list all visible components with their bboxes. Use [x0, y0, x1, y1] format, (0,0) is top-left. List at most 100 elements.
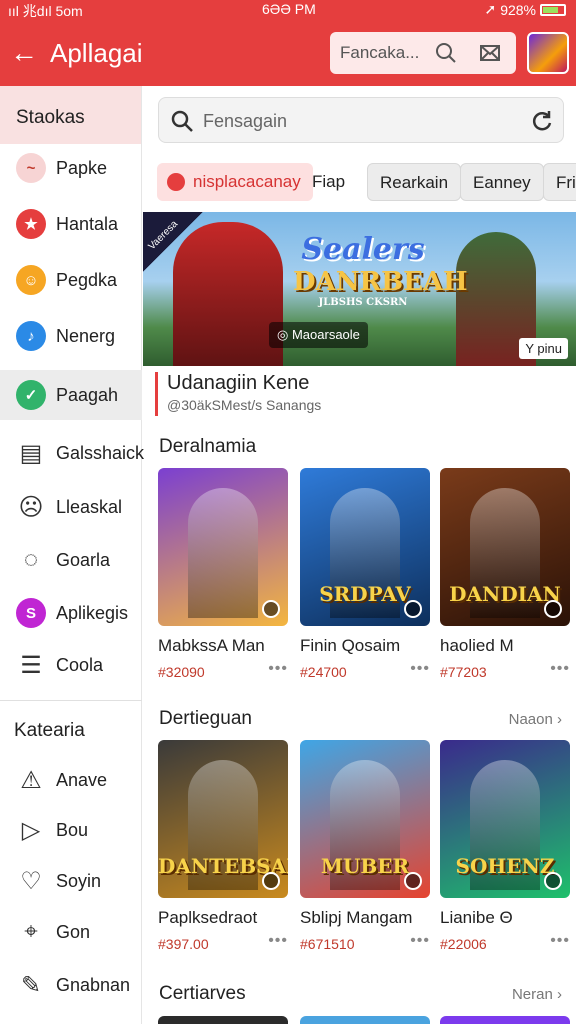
more-options-icon[interactable]: •••	[268, 660, 288, 678]
game-card-image[interactable]	[158, 468, 288, 626]
category-item[interactable]: ⚠ Anave	[0, 755, 142, 805]
play-badge-icon[interactable]	[262, 600, 280, 618]
game-card[interactable]: SRDPAV Finin Qosaim #24700 •••	[300, 468, 430, 680]
chip-label: Eanney	[473, 173, 531, 192]
sidebar-item-label: Coola	[56, 654, 104, 675]
sidebar-item[interactable]: ▤ Galsshaick	[0, 428, 145, 478]
search-icon[interactable]	[434, 41, 458, 65]
sidebar-item[interactable]: ★ Hantala	[0, 199, 142, 249]
more-options-icon[interactable]: •••	[550, 932, 570, 950]
game-card-image[interactable]: DANTEBSAN	[158, 740, 288, 898]
card-image-partial[interactable]	[300, 1016, 430, 1024]
header-search-box[interactable]: Fancaka...	[330, 32, 516, 74]
back-arrow-icon[interactable]: ←	[10, 38, 42, 70]
app-header: ııl 兆dıl 5om 6ƏƏ PM ➚ 928% ← Apllagai Fa…	[0, 0, 576, 86]
chip-label: Rearkain	[380, 173, 449, 192]
card-icon: ▤	[19, 439, 43, 467]
heart-icon: ♡	[20, 867, 42, 895]
more-options-icon[interactable]: •••	[268, 932, 288, 950]
game-card-image[interactable]: SRDPAV	[300, 468, 430, 626]
sidebar-item[interactable]: ☰ Coola	[0, 640, 142, 690]
game-title: haolied M	[440, 636, 514, 655]
featured-subtitle: @30äkSMest/s Sanangs	[167, 397, 322, 413]
battery-percent: 928%	[500, 1, 536, 18]
game-card[interactable]: DANDIAN haolied M #77203 •••	[440, 468, 570, 680]
mail-icon[interactable]	[478, 41, 502, 65]
chip[interactable]: Rearkain	[367, 163, 462, 201]
refresh-icon[interactable]	[529, 108, 555, 134]
chip-active[interactable]: nisplacacanay	[157, 163, 313, 201]
game-title: Lianibe Θ	[440, 908, 513, 927]
category-item-label: Gnabnan	[56, 974, 131, 995]
sidebar-item[interactable]: ~ Papke	[0, 143, 142, 193]
category-item[interactable]: ✎ Gnabnan	[0, 960, 142, 1010]
avatar[interactable]	[527, 32, 569, 74]
sidebar-item-label: Nenerg	[56, 325, 116, 346]
sidebar-item[interactable]: ☹ Lleaskal	[0, 482, 142, 532]
chat-icon: ◌	[23, 546, 39, 573]
game-card-image[interactable]: SOHENZ	[440, 740, 570, 898]
more-options-icon[interactable]: •••	[410, 932, 430, 950]
sidebar-divider	[0, 700, 142, 701]
game-title: Finin Qosaim	[300, 636, 401, 655]
featured-banner[interactable]: Vaeresa Sealers DANRBEAH JLBSHS CKSRN ◎ …	[143, 212, 576, 366]
sidebar-item[interactable]: ☺ Pegdka	[0, 255, 142, 305]
see-more-link[interactable]: Neran ›	[512, 986, 562, 1003]
category-item[interactable]: ⌖ Gon	[0, 907, 142, 957]
flame-icon	[167, 173, 185, 191]
location-icon: ➚	[484, 1, 497, 17]
more-options-icon[interactable]: •••	[550, 660, 570, 678]
smile-icon: ☹	[18, 493, 44, 521]
sidebar-item[interactable]: ♪ Nenerg	[0, 311, 142, 361]
clock: 6ƏƏ PM	[262, 1, 316, 17]
face-icon: ☺	[16, 265, 46, 295]
game-card[interactable]: DANTEBSANPaplksedraot#397.00•••	[158, 740, 288, 952]
logo-line-3: JLBSHS CKSRN	[318, 297, 408, 308]
game-character-figure	[188, 488, 258, 618]
game-card[interactable]: SOHENZ Lianibe Θ #22006 •••	[440, 740, 570, 952]
category-item[interactable]: ▷ Bou	[0, 805, 142, 855]
chip-label: nisplacacanay	[193, 172, 301, 191]
category-item[interactable]: ♡ Soyin	[0, 856, 142, 906]
play-badge-icon[interactable]	[544, 600, 562, 618]
search-input[interactable]: Fensagain	[158, 97, 564, 143]
status-right: ➚ 928%	[484, 1, 566, 18]
card-image-partial[interactable]	[158, 1016, 288, 1024]
banner-tag[interactable]: ◎ Maoarsaole	[269, 322, 368, 348]
star-icon: ★	[16, 209, 46, 239]
page-title: Apllagai	[50, 38, 143, 68]
category-item-label: Anave	[56, 769, 108, 790]
play-badge-icon[interactable]	[404, 872, 422, 890]
app-icon: S	[16, 598, 46, 628]
banner-tag-label: Maoarsaole	[291, 327, 360, 342]
chip[interactable]: Eanney	[460, 163, 544, 201]
play-badge-icon[interactable]	[262, 872, 280, 890]
sidebar-item-label: Goarla	[56, 549, 111, 570]
play-badge-icon[interactable]	[404, 600, 422, 618]
search-placeholder: Fensagain	[203, 111, 288, 131]
banner-logo: Sealers DANRBEAH JLBSHS CKSRN	[293, 232, 468, 308]
ribbon-text: Vaeresa	[146, 218, 181, 253]
card-image-partial[interactable]	[440, 1016, 570, 1024]
section-title: Certiarves	[159, 983, 246, 1004]
game-card[interactable]: MabkssA Man #32090 •••	[158, 468, 288, 680]
logo-line-2: DANRBEAH	[293, 267, 468, 297]
chip[interactable]: Fiap	[300, 163, 357, 201]
featured-info[interactable]: Udanagiin Kene @30äkSMest/s Sanangs	[155, 372, 555, 416]
game-title: Sblipj Mangam	[300, 908, 413, 927]
category-item-label: Bou	[56, 819, 89, 840]
chip[interactable]: Fri	[543, 163, 576, 201]
play-badge-icon[interactable]	[544, 872, 562, 890]
pin-icon: ⌖	[24, 918, 38, 945]
game-card-image[interactable]: MUBER	[300, 740, 430, 898]
game-card-image[interactable]: DANDIAN	[440, 468, 570, 626]
section-title: Dertieguan	[159, 708, 252, 729]
more-options-icon[interactable]: •••	[410, 660, 430, 678]
game-card[interactable]: MUBER Sblipj Mangam #671510 •••	[300, 740, 430, 952]
sidebar-item[interactable]: ◌ Goarla	[0, 535, 142, 585]
sidebar-item[interactable]: S Aplikegis	[0, 588, 142, 638]
see-more-link[interactable]: Naaon ›	[509, 711, 562, 728]
signal-status: ııl 兆dıl 5om	[8, 3, 83, 19]
sidebar-item[interactable]: ✓ Paagah	[0, 370, 142, 420]
sidebar-item-label: Galsshaick	[56, 442, 145, 463]
